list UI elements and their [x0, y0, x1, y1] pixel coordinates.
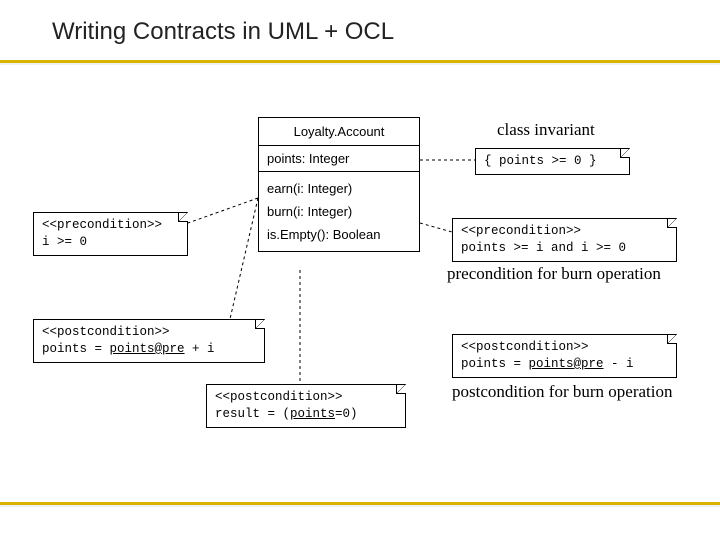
- note-dog-ear-icon: [255, 319, 265, 329]
- note-precondition-earn: <<precondition>> i >= 0: [33, 212, 188, 256]
- note-dog-ear-icon: [396, 384, 406, 394]
- note-text: result = (: [215, 407, 290, 421]
- note-line: points = points@pre + i: [42, 341, 256, 358]
- note-postcondition-earn: <<postcondition>> points = points@pre + …: [33, 319, 265, 363]
- label-postcondition-burn: postcondition for burn operation: [452, 382, 673, 402]
- note-line: <<precondition>>: [461, 223, 668, 240]
- uml-op-earn: earn(i: Integer): [267, 177, 411, 200]
- note-precondition-burn: <<precondition>> points >= i and i >= 0: [452, 218, 677, 262]
- note-postcondition-isempty: <<postcondition>> result = (points=0): [206, 384, 406, 428]
- uml-class-name: Loyalty.Account: [259, 118, 419, 146]
- note-dog-ear-icon: [667, 218, 677, 228]
- footer-rule-shadow: [0, 505, 720, 507]
- note-text-underlined: points@pre: [110, 342, 185, 356]
- uml-attr-points: points: Integer: [267, 151, 411, 166]
- uml-class-loyalty-account: Loyalty.Account points: Integer earn(i: …: [258, 117, 420, 252]
- note-text: points =: [42, 342, 110, 356]
- note-line: <<postcondition>>: [215, 389, 397, 406]
- uml-op-isempty: is.Empty(): Boolean: [267, 223, 411, 246]
- note-text-underlined: points: [290, 407, 335, 421]
- note-text: =0): [335, 407, 358, 421]
- note-line: <<precondition>>: [42, 217, 179, 234]
- note-text-underlined: points@pre: [529, 357, 604, 371]
- uml-operations: earn(i: Integer) burn(i: Integer) is.Emp…: [259, 172, 419, 251]
- note-line: i >= 0: [42, 234, 179, 251]
- note-dog-ear-icon: [620, 148, 630, 158]
- note-class-invariant: { points >= 0 }: [475, 148, 630, 175]
- note-dog-ear-icon: [667, 334, 677, 344]
- note-line: <<postcondition>>: [42, 324, 256, 341]
- note-text: + i: [185, 342, 215, 356]
- note-line: points >= i and i >= 0: [461, 240, 668, 257]
- note-line: <<postcondition>>: [461, 339, 668, 356]
- note-postcondition-burn: <<postcondition>> points = points@pre - …: [452, 334, 677, 378]
- note-text: - i: [604, 357, 634, 371]
- uml-attributes: points: Integer: [259, 146, 419, 172]
- label-class-invariant: class invariant: [497, 120, 595, 140]
- note-line: points = points@pre - i: [461, 356, 668, 373]
- page-title: Writing Contracts in UML + OCL: [0, 0, 720, 46]
- title-underline: [0, 60, 720, 66]
- label-precondition-burn: precondition for burn operation: [447, 264, 661, 284]
- note-line: result = (points=0): [215, 406, 397, 423]
- note-dog-ear-icon: [178, 212, 188, 222]
- note-text: points =: [461, 357, 529, 371]
- uml-op-burn: burn(i: Integer): [267, 200, 411, 223]
- note-text: { points >= 0 }: [484, 154, 597, 168]
